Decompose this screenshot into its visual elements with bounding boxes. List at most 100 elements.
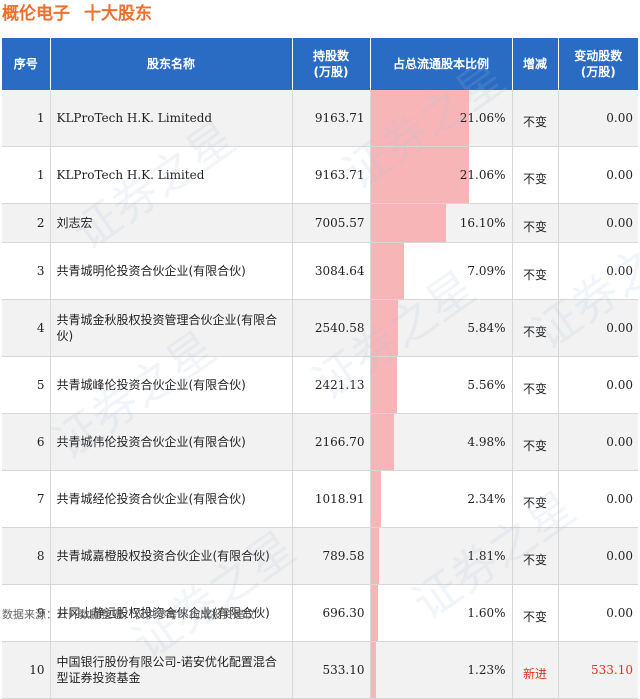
rank-cell: 5 bbox=[2, 356, 51, 414]
ratio-cell: 5.56% bbox=[370, 356, 513, 414]
change-amount-cell: 0.00 bbox=[558, 146, 638, 204]
ratio-bar bbox=[370, 90, 470, 146]
change-amount-cell: 533.10 bbox=[558, 641, 638, 699]
ratio-text: 21.06% bbox=[459, 111, 506, 125]
change-type-cell: 新进 bbox=[512, 641, 559, 699]
shareholder-name-cell: 共青城经伦投资合伙企业(有限合伙) bbox=[50, 470, 293, 528]
ratio-cell: 5.84% bbox=[370, 299, 513, 357]
shareholder-name-cell: 共青城明伦投资合伙企业(有限合伙) bbox=[50, 242, 293, 300]
ratio-text: 1.81% bbox=[467, 549, 506, 563]
ratio-bar bbox=[370, 471, 382, 527]
ratio-bar bbox=[370, 528, 379, 584]
shares-cell: 9163.71 bbox=[292, 90, 371, 147]
change-amount-cell: 0.00 bbox=[558, 413, 638, 471]
change-amount-cell: 0.00 bbox=[558, 584, 638, 642]
rank-cell: 2 bbox=[2, 203, 51, 243]
rank-cell: 10 bbox=[2, 641, 51, 699]
change-type-cell: 不变 bbox=[512, 527, 559, 585]
shares-cell: 789.58 bbox=[292, 527, 371, 585]
shares-cell: 2421.13 bbox=[292, 356, 371, 414]
shareholder-name-cell: 刘志宏 bbox=[50, 203, 293, 243]
shares-cell: 696.30 bbox=[292, 584, 371, 642]
rank-cell: 6 bbox=[2, 413, 51, 471]
ratio-bar bbox=[370, 642, 377, 698]
rank-cell: 8 bbox=[2, 527, 51, 585]
rank-cell: 7 bbox=[2, 470, 51, 528]
ratio-cell: 1.81% bbox=[370, 527, 513, 585]
rank-cell: 3 bbox=[2, 242, 51, 300]
table-row: 6 共青城伟伦投资合伙企业(有限合伙) 2166.70 4.98% 不变 0.00 bbox=[2, 413, 638, 471]
change-type-cell: 不变 bbox=[512, 299, 559, 357]
ratio-cell: 21.06% bbox=[370, 90, 513, 147]
table-row: 2 刘志宏 7005.57 16.10% 不变 0.00 bbox=[2, 203, 638, 243]
shareholder-name-cell: KLProTech H.K. Limitedd bbox=[50, 90, 293, 147]
column-header-change-amount: 变动股数 (万股) bbox=[558, 38, 638, 90]
ratio-bar bbox=[370, 300, 398, 356]
ratio-text: 2.34% bbox=[467, 492, 506, 506]
rank-cell: 1 bbox=[2, 90, 51, 147]
rank-cell: 1 bbox=[2, 146, 51, 204]
ratio-text: 5.56% bbox=[467, 378, 506, 392]
change-type-cell: 不变 bbox=[512, 203, 559, 243]
table-row: 4 共青城金秋股权投资管理合伙企业(有限合伙) 2540.58 5.84% 不变 0.00 bbox=[2, 299, 638, 357]
column-header-ratio: 占总流通股本比例 bbox=[370, 38, 513, 90]
change-amount-cell: 0.00 bbox=[558, 90, 638, 147]
ratio-text: 4.98% bbox=[467, 435, 506, 449]
column-header-change-type: 增减 bbox=[512, 38, 559, 90]
change-type-cell: 不变 bbox=[512, 470, 559, 528]
table-row: 1 KLProTech H.K. Limitedd 9163.71 21.06% 不变 0… bbox=[2, 90, 638, 147]
ratio-cell: 21.06% bbox=[370, 146, 513, 204]
change-type-cell: 不变 bbox=[512, 90, 559, 147]
table-row: 1 KLProTech H.K. Limited 9163.71 21.06% 不变 0.… bbox=[2, 146, 638, 204]
ratio-cell: 16.10% bbox=[370, 203, 513, 243]
change-amount-cell: 0.00 bbox=[558, 203, 638, 243]
shareholder-name-cell: KLProTech H.K. Limited bbox=[50, 146, 293, 204]
data-source-note: 数据来源：公开数据整理，仅供参考不构成投资建议 bbox=[2, 608, 255, 621]
ratio-bar bbox=[370, 585, 379, 641]
shares-cell: 7005.57 bbox=[292, 203, 371, 243]
ratio-text: 16.10% bbox=[459, 216, 506, 230]
table-row: 10 中国银行股份有限公司-诺安优化配置混合型证券投资基金 533.10 1.23% 新… bbox=[2, 641, 638, 699]
ratio-cell: 1.23% bbox=[370, 641, 513, 699]
ratio-cell: 2.34% bbox=[370, 470, 513, 528]
ratio-bar bbox=[370, 414, 394, 470]
ratio-bar bbox=[370, 147, 470, 203]
change-type-cell: 不变 bbox=[512, 584, 559, 642]
ratio-text: 5.84% bbox=[467, 321, 506, 335]
ratio-text: 1.60% bbox=[467, 606, 506, 620]
page-title: 概伦电子 十大股东 bbox=[2, 3, 152, 25]
change-amount-cell: 0.00 bbox=[558, 242, 638, 300]
ratio-cell: 4.98% bbox=[370, 413, 513, 471]
shares-cell: 3084.64 bbox=[292, 242, 371, 300]
shareholder-name-cell: 共青城峰伦投资合伙企业(有限合伙) bbox=[50, 356, 293, 414]
column-header-name: 股东名称 bbox=[50, 38, 293, 90]
table-row: 3 共青城明伦投资合伙企业(有限合伙) 3084.64 7.09% 不变 0.00 bbox=[2, 242, 638, 300]
change-type-cell: 不变 bbox=[512, 146, 559, 204]
ratio-cell: 7.09% bbox=[370, 242, 513, 300]
table-row: 7 共青城经伦投资合伙企业(有限合伙) 1018.91 2.34% 不变 0.00 bbox=[2, 470, 638, 528]
ratio-bar bbox=[370, 357, 397, 413]
shares-cell: 533.10 bbox=[292, 641, 371, 699]
change-amount-cell: 0.00 bbox=[558, 470, 638, 528]
shareholder-name-cell: 共青城金秋股权投资管理合伙企业(有限合伙) bbox=[50, 299, 293, 357]
table-subtitle: 十大股东 bbox=[84, 4, 152, 24]
company-name: 概伦电子 bbox=[2, 4, 70, 24]
rank-cell: 4 bbox=[2, 299, 51, 357]
shareholder-name-cell: 共青城伟伦投资合伙企业(有限合伙) bbox=[50, 413, 293, 471]
ratio-text: 1.23% bbox=[467, 663, 506, 677]
shares-cell: 2540.58 bbox=[292, 299, 371, 357]
ratio-text: 21.06% bbox=[459, 168, 506, 182]
shares-cell: 1018.91 bbox=[292, 470, 371, 528]
change-amount-cell: 0.00 bbox=[558, 356, 638, 414]
ratio-cell: 1.60% bbox=[370, 584, 513, 642]
shareholders-table: 序号 股东名称 持股数 (万股) 占总流通股本比例 增减 变动股数 (万股) 1… bbox=[2, 38, 638, 699]
ratio-text: 7.09% bbox=[467, 264, 506, 278]
shareholder-name-cell: 共青城嘉橙股权投资合伙企业(有限合伙) bbox=[50, 527, 293, 585]
shares-cell: 9163.71 bbox=[292, 146, 371, 204]
table-row: 8 共青城嘉橙股权投资合伙企业(有限合伙) 789.58 1.81% 不变 0.00 bbox=[2, 527, 638, 585]
table-row: 5 共青城峰伦投资合伙企业(有限合伙) 2421.13 5.56% 不变 0.00 bbox=[2, 356, 638, 414]
change-type-cell: 不变 bbox=[512, 356, 559, 414]
change-amount-cell: 0.00 bbox=[558, 299, 638, 357]
column-header-shares: 持股数 (万股) bbox=[292, 38, 371, 90]
shareholder-name-cell: 中国银行股份有限公司-诺安优化配置混合型证券投资基金 bbox=[50, 641, 293, 699]
